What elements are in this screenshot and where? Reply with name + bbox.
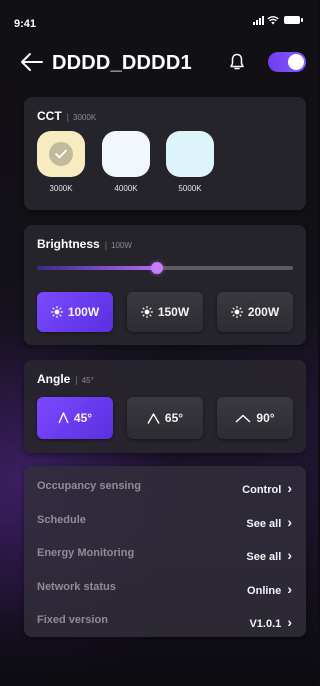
divider: |	[75, 375, 78, 385]
divider: |	[66, 112, 70, 122]
settings-row-value: Online ›	[247, 580, 292, 597]
settings-row-label: Schedule	[37, 513, 86, 526]
settings-row[interactable]: Schedule See all ›	[24, 506, 306, 536]
brightness-slider[interactable]	[37, 262, 293, 274]
chevron-right-icon: ›	[287, 580, 292, 597]
angle-label: Angle	[37, 372, 71, 386]
settings-row-value: See all ›	[246, 547, 292, 563]
cct-header: CCT | 3000K	[37, 109, 96, 123]
cct-swatch-label: 5000K	[178, 184, 202, 193]
sun-icon	[230, 306, 243, 318]
cct-value: 3000K	[73, 113, 97, 122]
angle-value: 45°	[81, 376, 94, 385]
settings-row[interactable]: Energy Monitoring See all ›	[24, 539, 306, 569]
brightness-label: Brightness	[37, 237, 100, 251]
settings-row-label: Network status	[37, 580, 116, 593]
bell-icon[interactable]	[229, 53, 245, 71]
cct-swatch-0[interactable]	[37, 131, 85, 177]
sun-icon	[50, 306, 63, 318]
settings-row-label: Energy Monitoring	[37, 547, 135, 559]
status-time: 9:41	[14, 18, 37, 30]
angle-icon	[58, 412, 69, 424]
brightness-option-200w[interactable]: 200W	[217, 292, 293, 332]
slider-thumb[interactable]	[151, 262, 164, 274]
angle-header: Angle | 45°	[37, 372, 94, 386]
cct-swatch-label: 4000K	[114, 184, 138, 193]
cct-card: CCT | 3000K 3000K 4000K 5000K	[24, 97, 306, 210]
brightness-header: Brightness | 100W	[37, 237, 132, 251]
phone-screen: 9:41 DDDD_DDDD1 CCT | 3000K 3000K 4000K …	[0, 0, 318, 686]
status-bar: 9:41	[0, 0, 318, 40]
angle-option-label: 90°	[256, 411, 275, 425]
settings-row-label: Fixed version	[37, 614, 108, 626]
settings-row-value: V1.0.1 ›	[249, 614, 292, 630]
brightness-option-label: 100W	[67, 305, 100, 319]
settings-row[interactable]: Fixed version V1.0.1 ›	[24, 606, 306, 636]
brightness-option-label: 150W	[157, 305, 190, 319]
angle-option-2[interactable]: 90°	[217, 397, 293, 439]
brightness-value: 100W	[111, 241, 132, 250]
power-toggle[interactable]	[268, 52, 306, 72]
angle-option-label: 45°	[73, 411, 93, 425]
chevron-right-icon: ›	[287, 614, 292, 630]
settings-row-label: Occupancy sensing	[37, 480, 141, 492]
angle-card: Angle | 45° 45° 65° 90°	[24, 360, 306, 453]
chevron-right-icon: ›	[287, 547, 292, 563]
slider-fill	[37, 266, 158, 270]
brightness-option-100w[interactable]: 100W	[37, 292, 113, 332]
angle-icon	[235, 414, 251, 423]
back-arrow-icon[interactable]	[20, 51, 44, 73]
check-icon	[49, 142, 73, 166]
device-title: DDDD_DDDD1	[52, 52, 192, 74]
cct-swatch-2[interactable]	[166, 131, 214, 177]
toggle-knob	[288, 54, 304, 70]
brightness-card: Brightness | 100W 100W 150W 200W	[24, 225, 306, 345]
chevron-right-icon: ›	[287, 513, 292, 530]
cct-swatch-1[interactable]	[102, 131, 150, 177]
angle-icon	[147, 412, 160, 424]
wifi-icon	[267, 16, 279, 25]
angle-option-0[interactable]: 45°	[37, 397, 113, 439]
angle-option-1[interactable]: 65°	[127, 397, 203, 439]
settings-row-value: See all ›	[246, 513, 292, 530]
settings-card: Occupancy sensing Control › Schedule See al…	[24, 466, 306, 637]
header: DDDD_DDDD1	[0, 45, 318, 81]
status-icons	[253, 15, 303, 25]
cct-swatch-label: 3000K	[49, 184, 73, 193]
brightness-option-label: 200W	[247, 305, 280, 319]
settings-row-value: Control ›	[242, 480, 292, 496]
divider: |	[104, 240, 108, 250]
battery-icon	[284, 16, 303, 24]
sun-icon	[140, 306, 153, 318]
brightness-option-150w[interactable]: 150W	[127, 292, 203, 332]
cct-label: CCT	[37, 109, 62, 123]
angle-option-label: 65°	[164, 411, 184, 425]
chevron-right-icon: ›	[287, 480, 292, 496]
settings-row[interactable]: Network status Online ›	[24, 573, 306, 603]
settings-row[interactable]: Occupancy sensing Control ›	[24, 472, 306, 502]
cellular-signal-icon	[253, 15, 264, 25]
